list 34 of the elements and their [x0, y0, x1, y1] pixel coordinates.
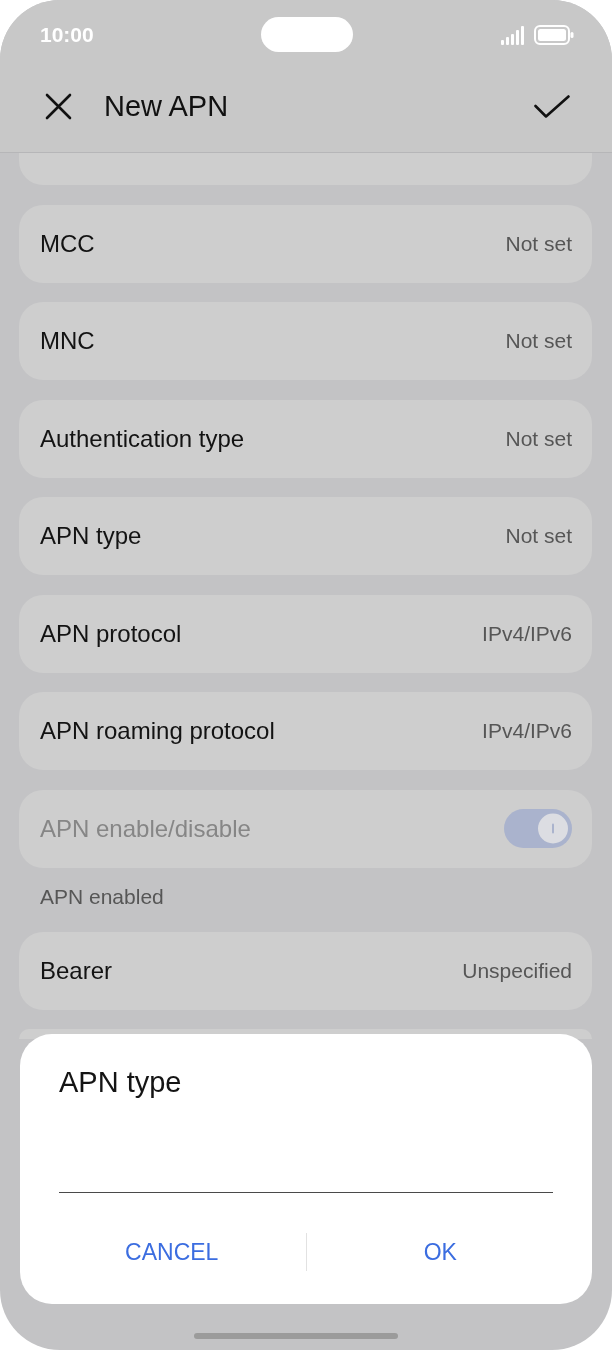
setting-value: Not set	[505, 230, 572, 257]
setting-summary: APN enabled	[40, 884, 164, 909]
setting-value: IPv4/IPv6	[482, 718, 572, 744]
check-icon	[534, 94, 570, 118]
settings-row[interactable]: APN roaming protocol IPv4/IPv6	[19, 692, 592, 770]
setting-value: Not set	[505, 425, 572, 452]
setting-label: MCC	[40, 228, 95, 259]
confirm-button[interactable]	[534, 94, 570, 118]
screen-title: New APN	[104, 89, 230, 124]
setting-label: MNC	[40, 326, 95, 356]
setting-label: APN protocol	[40, 618, 182, 649]
close-button[interactable]	[45, 92, 72, 120]
settings-row[interactable]: Authentication type Not set	[19, 399, 592, 478]
settings-row[interactable]: APN protocol IPv4/IPv6	[19, 594, 592, 673]
signal-icon	[501, 25, 525, 45]
setting-label: APN roaming protocol	[40, 716, 275, 746]
dialog-button[interactable]: CANCEL	[38, 1224, 306, 1280]
home-indicator[interactable]	[194, 1333, 398, 1339]
settings-row[interactable]: MCC Not set	[19, 204, 592, 283]
setting-label: APN enable/disable	[40, 813, 251, 844]
setting-value: Unspecified	[462, 957, 572, 984]
settings-row[interactable]: APN type Not set	[19, 497, 592, 575]
setting-label: Authentication type	[40, 423, 245, 454]
settings-row[interactable]: MNC Not set	[19, 302, 592, 380]
setting-value: Not set	[505, 328, 572, 354]
setting-value: Not set	[505, 523, 572, 549]
dialog-button[interactable]: OK	[306, 1224, 574, 1280]
setting-label: APN type	[40, 521, 142, 551]
dialog-title: APN type	[59, 1065, 182, 1100]
close-icon	[45, 92, 72, 120]
setting-label: Bearer	[40, 955, 113, 986]
setting-value: IPv4/IPv6	[482, 620, 572, 647]
settings-row[interactable]: Bearer Unspecified	[19, 931, 592, 1010]
battery-icon	[534, 25, 574, 45]
